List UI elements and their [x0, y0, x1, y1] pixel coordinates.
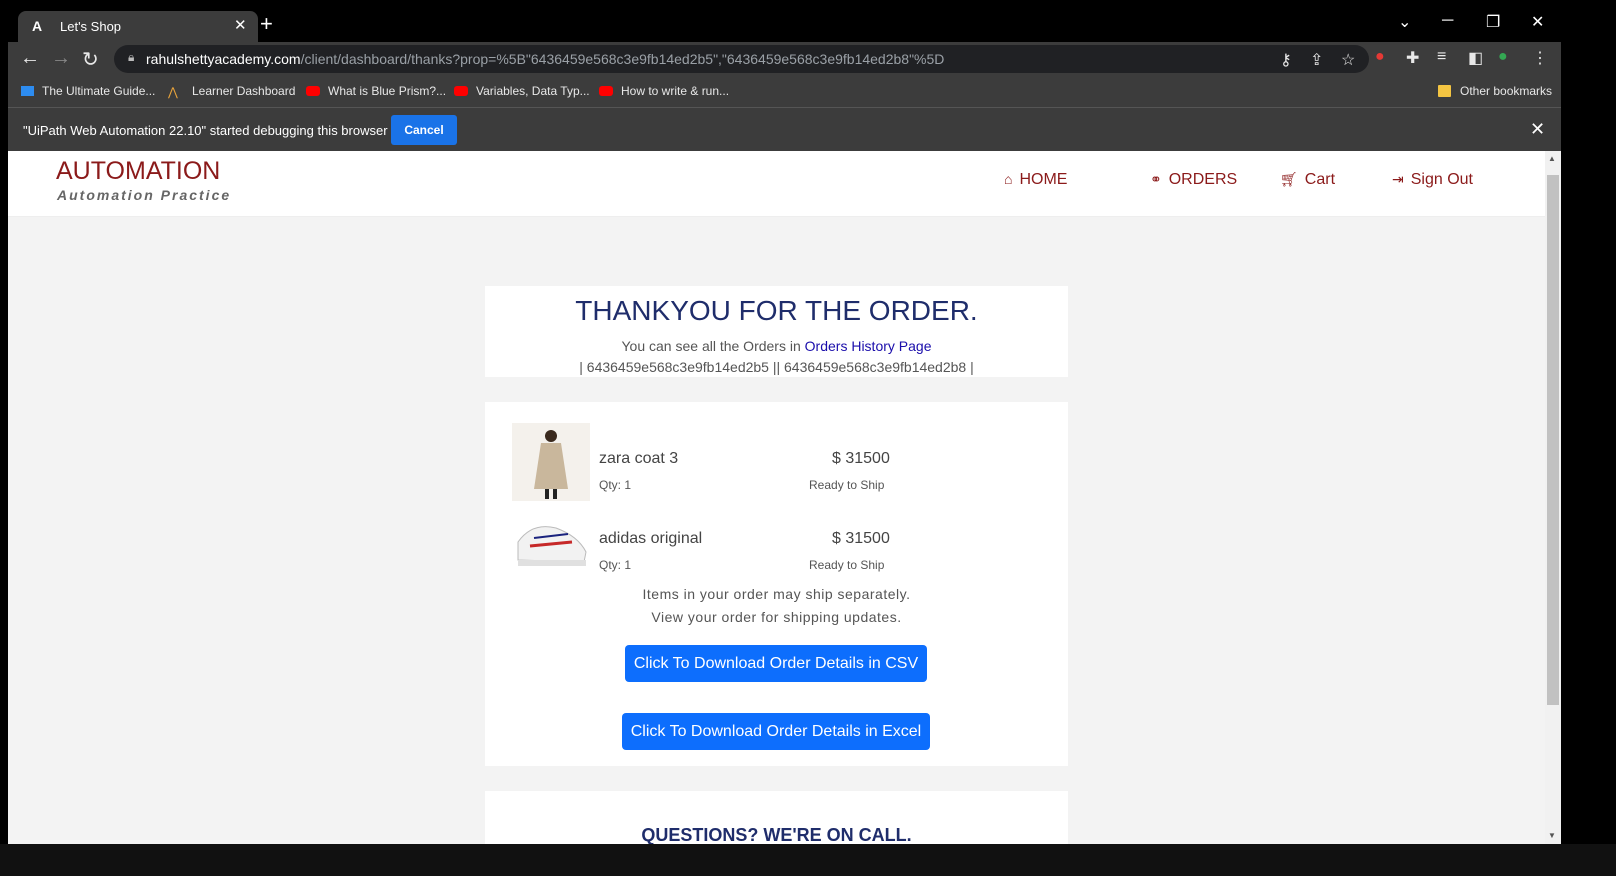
scroll-up-icon[interactable]: ▲ [1548, 154, 1556, 163]
address-bar[interactable]: 🔒︎ rahulshettyacademy.com/client/dashboa… [114, 45, 1369, 73]
debug-cancel-button[interactable]: Cancel [391, 115, 457, 145]
sign-out-icon: ⇥ [1392, 171, 1404, 187]
thank-you-title: THANKYOU FOR THE ORDER. [575, 295, 978, 326]
orders-history-line: You can see all the Orders in Orders His… [621, 338, 932, 354]
youtube-icon [454, 86, 468, 96]
product-status: Ready to Ship [809, 478, 885, 492]
product-qty: Qty: 1 [599, 478, 632, 492]
order-ids: | 6436459e568c3e9fb14ed2b5 || 6436459e56… [579, 359, 974, 375]
home-icon: ⌂ [1004, 171, 1013, 187]
questions-card: QUESTIONS? WE'RE ON CALL. [485, 791, 1068, 844]
cart-icon: 🛒︎ [1280, 171, 1298, 187]
product-price: $ 31500 [832, 450, 890, 467]
other-bookmarks[interactable]: Other bookmarks [1438, 84, 1552, 98]
product-image-adidas-shoe [512, 512, 590, 572]
browser-tab[interactable]: A Let's Shop ✕ [18, 11, 258, 42]
download-excel-button[interactable]: Click To Download Order Details in Excel [622, 713, 930, 750]
product-price: $ 31500 [832, 530, 890, 547]
order-items-card: zara coat 3 $ 31500 Qty: 1 Ready to Ship… [485, 402, 1068, 766]
side-panel-icon[interactable]: ◧ [1468, 48, 1483, 68]
nav-home[interactable]: ⌂ HOME [1004, 171, 1067, 189]
bookmarks-bar: The Ultimate Guide... ⋀ Learner Dashboard… [8, 76, 1561, 107]
bookmark-item[interactable]: ⋀ Learner Dashboard [168, 84, 295, 99]
site-brand-subtitle: Automation Practice [57, 187, 232, 203]
shipping-note: Items in your order may ship separately. [642, 586, 911, 602]
bookmark-item[interactable]: Variables, Data Typ... [454, 84, 590, 98]
extension-magnet-icon[interactable]: ● [1375, 48, 1385, 66]
nav-sign-out[interactable]: ⇥ Sign Out [1392, 171, 1473, 189]
download-csv-button[interactable]: Click To Download Order Details in CSV [625, 645, 927, 682]
orders-history-link[interactable]: Orders History Page [805, 338, 932, 354]
bookmark-item[interactable]: The Ultimate Guide... [21, 84, 155, 98]
scrollbar-thumb[interactable] [1547, 175, 1559, 705]
youtube-icon [599, 86, 613, 96]
nav-cart[interactable]: 🛒︎ Cart [1280, 171, 1335, 189]
minimize-icon[interactable]: ─ [1442, 12, 1453, 30]
learner-favicon-icon: ⋀ [168, 85, 178, 99]
back-icon[interactable]: ← [20, 47, 40, 70]
shipping-note: View your order for shipping updates. [651, 609, 902, 625]
youtube-icon [306, 86, 320, 96]
reload-icon[interactable]: ↻ [82, 47, 99, 72]
page-content: AUTOMATION Automation Practice ⌂ HOME ⚭ OR… [8, 151, 1545, 844]
product-name: adidas original [599, 530, 703, 547]
lock-icon[interactable]: 🔒︎ [128, 50, 134, 65]
questions-title: QUESTIONS? WE'RE ON CALL. [641, 825, 912, 844]
share-icon[interactable]: ⇪ [1310, 50, 1323, 70]
infobar-close-icon[interactable]: ✕ [1530, 119, 1545, 140]
forward-icon[interactable]: → [51, 47, 71, 70]
site-brand[interactable]: AUTOMATION [56, 157, 220, 186]
bookmark-favicon-icon [21, 86, 34, 96]
menu-kebab-icon[interactable]: ⋮ [1532, 48, 1548, 68]
restore-icon[interactable]: ❐ [1486, 12, 1500, 32]
profile-avatar-icon[interactable]: ● [1498, 48, 1508, 66]
product-qty: Qty: 1 [599, 558, 632, 572]
debug-message: "UiPath Web Automation 22.10" started de… [23, 123, 388, 138]
bookmark-item[interactable]: How to write & run... [599, 84, 729, 98]
browser-window: A Let's Shop ✕ + ⌄ ─ ❐ ✕ ← → ↻ 🔒︎ rahuls… [8, 8, 1561, 844]
url-text: rahulshettyacademy.com/client/dashboard/… [146, 51, 945, 67]
tab-title: Let's Shop [60, 19, 122, 34]
new-tab-icon[interactable]: + [260, 11, 273, 37]
handshake-icon: ⚭ [1150, 171, 1162, 187]
product-status: Ready to Ship [809, 558, 885, 572]
favicon-icon: A [32, 18, 43, 34]
os-taskbar [0, 844, 1616, 876]
window-close-icon[interactable]: ✕ [1531, 12, 1544, 32]
nav-orders[interactable]: ⚭ ORDERS [1150, 171, 1237, 189]
bookmark-star-icon[interactable]: ☆ [1341, 50, 1355, 70]
extensions-puzzle-icon[interactable]: ✚ [1406, 48, 1419, 68]
bookmark-item[interactable]: What is Blue Prism?... [306, 84, 446, 98]
product-name: zara coat 3 [599, 450, 679, 467]
scroll-down-icon[interactable]: ▼ [1548, 831, 1556, 840]
browser-toolbar: ← → ↻ 🔒︎ rahulshettyacademy.com/client/d… [8, 42, 1561, 76]
key-icon[interactable]: ⚷ [1280, 50, 1292, 70]
media-queue-icon[interactable]: ≡ [1437, 48, 1446, 66]
thank-you-card: THANKYOU FOR THE ORDER. You can see all … [485, 286, 1068, 377]
product-image-zara-coat [512, 423, 590, 501]
folder-icon [1438, 85, 1451, 97]
site-header: AUTOMATION Automation Practice ⌂ HOME ⚭ OR… [8, 151, 1545, 217]
tab-strip: A Let's Shop ✕ + ⌄ ─ ❐ ✕ [8, 8, 1561, 42]
tab-close-icon[interactable]: ✕ [234, 16, 247, 34]
debugging-infobar: "UiPath Web Automation 22.10" started de… [8, 107, 1561, 151]
page-scrollbar[interactable]: ▲ ▼ [1545, 151, 1561, 844]
tab-search-icon[interactable]: ⌄ [1398, 12, 1411, 32]
